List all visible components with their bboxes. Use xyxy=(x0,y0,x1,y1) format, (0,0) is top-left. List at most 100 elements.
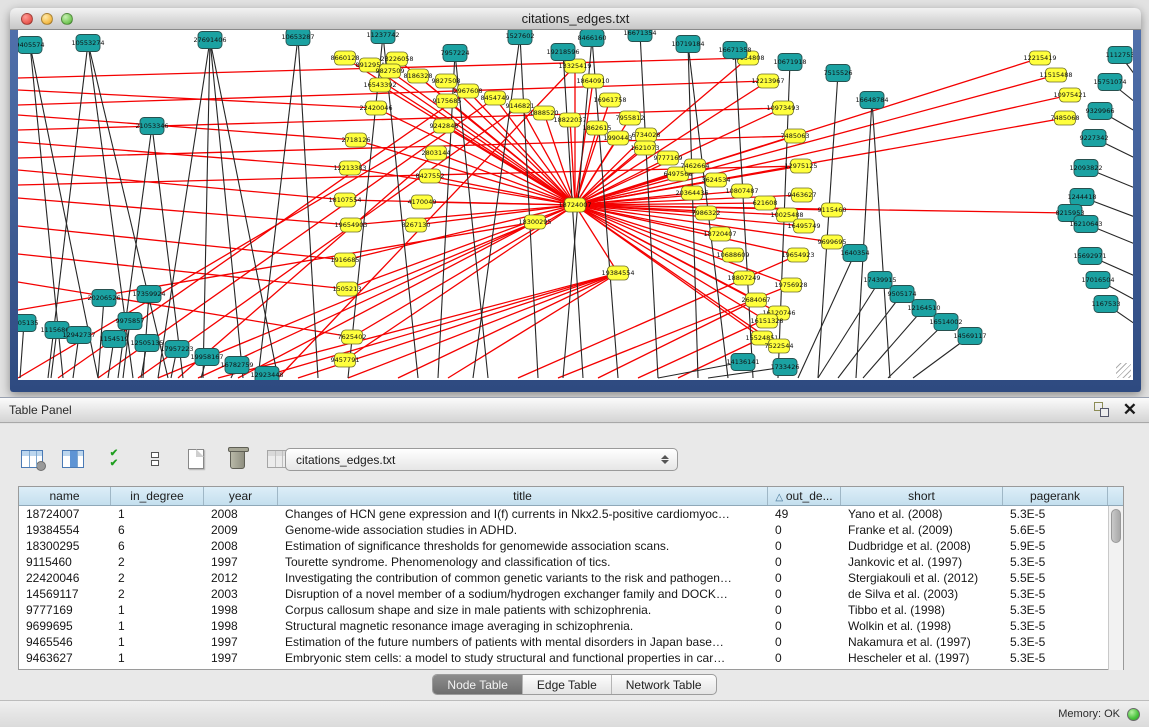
graph-node-4170049[interactable]: 4170049 xyxy=(408,195,437,209)
column-header-short[interactable]: short xyxy=(841,487,1003,505)
graph-node-9505174[interactable]: 9505174 xyxy=(888,286,917,303)
cell-title[interactable]: Estimation of the future numbers of pati… xyxy=(278,634,768,650)
graph-node-11237742[interactable]: 11237742 xyxy=(366,30,399,44)
cell-title[interactable]: Investigating the contribution of common… xyxy=(278,570,768,586)
graph-node-1733426[interactable]: 1733426 xyxy=(771,359,800,376)
cell-short[interactable]: Tibbo et al. (1998) xyxy=(841,602,1003,618)
cell-name[interactable]: 9463627 xyxy=(19,650,111,666)
graph-node-18720407[interactable]: 18720407 xyxy=(703,227,736,241)
graph-node-16671354[interactable]: 16671354 xyxy=(623,30,656,42)
graph-node-12215419[interactable]: 12215419 xyxy=(1023,51,1056,65)
cell-short[interactable]: Jankovic et al. (1997) xyxy=(841,554,1003,570)
cell-pagerank[interactable]: 5.3E-5 xyxy=(1003,554,1108,570)
column-header-year[interactable]: year xyxy=(204,487,278,505)
window-titlebar[interactable]: citations_edges.txt xyxy=(10,8,1141,30)
cell-short[interactable]: Franke et al. (2009) xyxy=(841,522,1003,538)
cell-name[interactable]: 18724007 xyxy=(19,506,111,522)
cell-out_degree[interactable]: 0 xyxy=(768,522,841,538)
graph-node-1862615[interactable]: 1862615 xyxy=(583,121,612,135)
graph-node-12093822[interactable]: 12093822 xyxy=(1069,160,1102,177)
cell-in_degree[interactable]: 2 xyxy=(111,586,204,602)
cell-in_degree[interactable]: 6 xyxy=(111,522,204,538)
table-row[interactable]: 911546021997Tourette syndrome. Phenomeno… xyxy=(19,554,1123,570)
cell-name[interactable]: 19384554 xyxy=(19,522,111,538)
graph-node-1505213[interactable]: 1505213 xyxy=(333,282,362,296)
cell-short[interactable]: Wolkin et al. (1998) xyxy=(841,618,1003,634)
graph-node-10975421[interactable]: 10975421 xyxy=(1053,88,1086,102)
graph-node-21053346[interactable]: 21053346 xyxy=(135,118,168,135)
cell-year[interactable]: 1997 xyxy=(204,634,278,650)
close-window-icon[interactable] xyxy=(21,13,33,25)
graph-node-16151328[interactable]: 16151328 xyxy=(750,314,783,328)
cell-short[interactable]: de Silva et al. (2003) xyxy=(841,586,1003,602)
graph-node-17957223[interactable]: 17957223 xyxy=(160,341,193,358)
cell-pagerank[interactable]: 5.3E-5 xyxy=(1003,586,1108,602)
cell-in_degree[interactable]: 1 xyxy=(111,602,204,618)
column-header-title[interactable]: title xyxy=(278,487,768,505)
cell-name[interactable]: 18300295 xyxy=(19,538,111,554)
graph-node-16648784[interactable]: 16648784 xyxy=(855,92,888,109)
cell-name[interactable]: 9777169 xyxy=(19,602,111,618)
cell-title[interactable]: Estimation of significance thresholds fo… xyxy=(278,538,768,554)
graph-node-9242848[interactable]: 9242848 xyxy=(430,119,459,133)
close-panel-icon[interactable]: ✕ xyxy=(1123,402,1137,417)
unselect-all-icon[interactable] xyxy=(141,445,169,473)
cell-year[interactable]: 2008 xyxy=(204,506,278,522)
graph-node-12213967[interactable]: 12213967 xyxy=(751,74,784,88)
graph-node-7515526[interactable]: 7515526 xyxy=(824,65,853,82)
graph-node-9827509[interactable]: 9827509 xyxy=(376,64,405,78)
graph-node-2967608[interactable]: 2967608 xyxy=(454,84,483,98)
cell-year[interactable]: 1998 xyxy=(204,602,278,618)
graph-node-12975125[interactable]: 12975125 xyxy=(784,159,817,173)
cell-out_degree[interactable]: 0 xyxy=(768,554,841,570)
cell-pagerank[interactable]: 5.3E-5 xyxy=(1003,618,1108,634)
graph-node-16495749[interactable]: 16495749 xyxy=(787,219,820,233)
cell-year[interactable]: 2003 xyxy=(204,586,278,602)
delete-icon[interactable] xyxy=(223,445,251,473)
graph-node-16514002[interactable]: 16514002 xyxy=(929,314,962,331)
graph-node-7957224[interactable]: 7957224 xyxy=(441,45,470,62)
graph-node-3624534[interactable]: 3624534 xyxy=(702,173,731,187)
cell-year[interactable]: 2012 xyxy=(204,570,278,586)
graph-node-7986322[interactable]: 7986322 xyxy=(692,206,721,220)
table-row[interactable]: 2242004622012Investigating the contribut… xyxy=(19,570,1123,586)
tab-network-table[interactable]: Network Table xyxy=(612,675,716,694)
graph-node-7485068[interactable]: 7485068 xyxy=(1051,111,1080,125)
graph-node-16543392[interactable]: 16543392 xyxy=(363,78,396,92)
table-scrollbar-thumb[interactable] xyxy=(1111,509,1121,543)
cell-title[interactable]: Genome-wide association studies in ADHD. xyxy=(278,522,768,538)
cell-year[interactable]: 2008 xyxy=(204,538,278,554)
cell-in_degree[interactable]: 2 xyxy=(111,554,204,570)
graph-node-17359924[interactable]: 17359924 xyxy=(132,286,165,303)
graph-node-7485063[interactable]: 7485063 xyxy=(781,129,810,143)
column-header-in_degree[interactable]: in_degree xyxy=(111,487,204,505)
graph-node-7625402[interactable]: 7625402 xyxy=(338,330,367,344)
cell-year[interactable]: 2009 xyxy=(204,522,278,538)
cell-in_degree[interactable]: 2 xyxy=(111,570,204,586)
cell-name[interactable]: 9115460 xyxy=(19,554,111,570)
cell-out_degree[interactable]: 0 xyxy=(768,602,841,618)
graph-node-10653287[interactable]: 10653287 xyxy=(281,30,314,46)
graph-node-18807249[interactable]: 18807249 xyxy=(727,271,760,285)
graph-node-15751074[interactable]: 15751074 xyxy=(1093,74,1126,91)
column-header-pagerank[interactable]: pagerank xyxy=(1003,487,1108,505)
graph-node-19958167[interactable]: 19958167 xyxy=(190,349,223,366)
table-scrollbar[interactable] xyxy=(1108,506,1123,670)
table-row[interactable]: 946362711997Embryonic stem cells: a mode… xyxy=(19,650,1123,666)
graph-node-16210643[interactable]: 16210643 xyxy=(1069,216,1102,233)
table-row[interactable]: 1938455462009Genome-wide association stu… xyxy=(19,522,1123,538)
graph-node-9975857[interactable]: 9975857 xyxy=(116,313,145,330)
resize-grip-icon[interactable] xyxy=(1116,363,1131,378)
cell-in_degree[interactable]: 1 xyxy=(111,634,204,650)
graph-node-8427552[interactable]: 8427552 xyxy=(416,169,445,183)
cell-pagerank[interactable]: 5.9E-5 xyxy=(1003,538,1108,554)
cell-pagerank[interactable]: 5.3E-5 xyxy=(1003,634,1108,650)
cell-name[interactable]: 14569117 xyxy=(19,586,111,602)
graph-node-9827508[interactable]: 9827508 xyxy=(432,74,461,88)
graph-node-8186328[interactable]: 8186328 xyxy=(404,69,433,83)
graph-node-9175685[interactable]: 9175685 xyxy=(433,94,462,108)
graph-node-12942737[interactable]: 12942737 xyxy=(62,327,95,344)
cell-in_degree[interactable]: 1 xyxy=(111,650,204,666)
cell-out_degree[interactable]: 0 xyxy=(768,634,841,650)
graph-node-19218596[interactable]: 19218596 xyxy=(546,44,579,61)
